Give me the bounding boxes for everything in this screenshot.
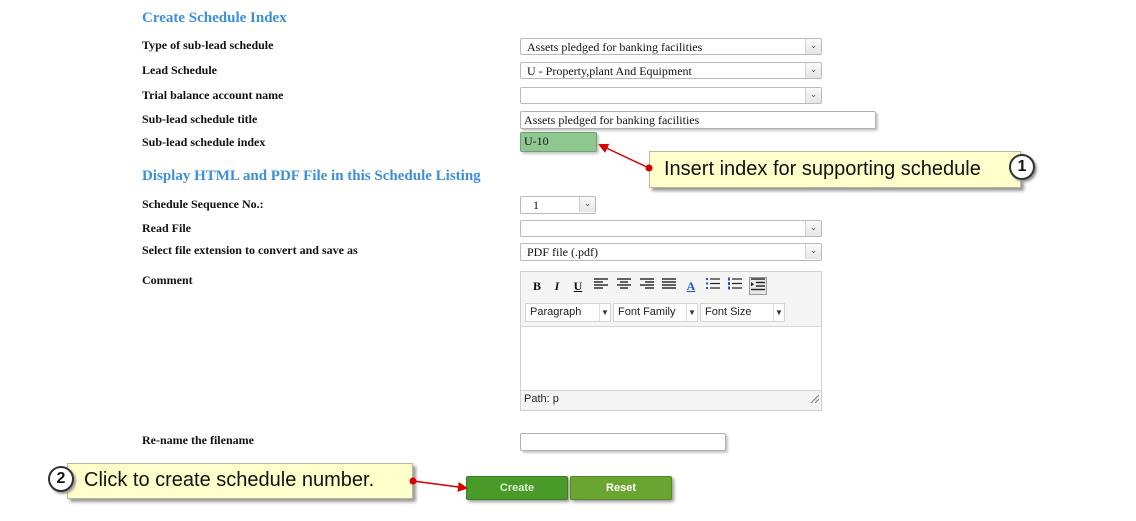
annotation-arrows [409,143,653,492]
arrow-to-index-input [598,143,653,172]
arrow-to-create-button [409,477,468,492]
